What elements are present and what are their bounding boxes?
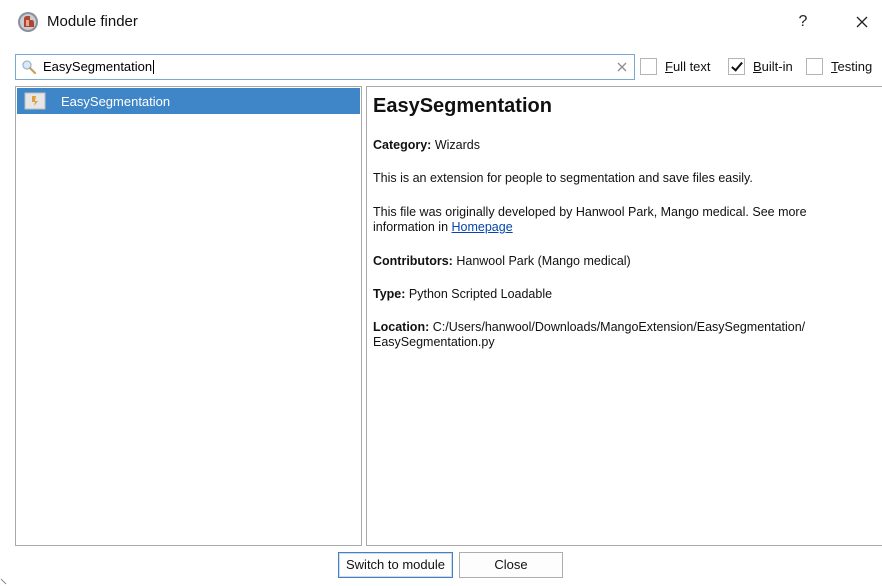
search-input-text: EasySegmentation <box>43 59 155 74</box>
built-in-label: Built-in <box>753 58 793 74</box>
built-in-checkbox[interactable] <box>728 57 745 75</box>
title-bar: Module finder ? <box>0 0 882 44</box>
homepage-link[interactable]: Homepage <box>452 220 513 234</box>
testing-checkbox[interactable] <box>806 57 823 75</box>
category-label: Category: <box>373 138 432 152</box>
acknowledgement-line-2: information in Homepage <box>373 220 513 234</box>
location-value: C:/Users/hanwool/Downloads/MangoExtensio… <box>432 320 806 334</box>
resize-grip-icon[interactable] <box>0 578 8 586</box>
module-title: EasySegmentation <box>373 95 552 117</box>
type-label: Type: <box>373 287 406 301</box>
contributors-line: Contributors: Hanwool Park (Mango medica… <box>373 254 631 268</box>
full-text-label: Full text <box>665 58 711 74</box>
help-button[interactable]: ? <box>790 10 816 34</box>
location-line: Location: C:/Users/hanwool/Downloads/Man… <box>373 320 805 334</box>
contributors-value: Hanwool Park (Mango medical) <box>456 254 631 268</box>
built-in-filter[interactable]: Built-in <box>728 56 793 76</box>
module-icon <box>24 92 46 110</box>
location-label: Location: <box>373 320 430 334</box>
close-icon[interactable] <box>848 8 876 36</box>
full-text-filter[interactable]: Full text <box>640 56 711 76</box>
close-button[interactable]: Close <box>459 552 563 578</box>
list-item-label: EasySegmentation <box>61 94 171 109</box>
module-details-panel: EasySegmentation Category: Wizards This … <box>366 86 882 546</box>
magnifier-icon <box>22 60 37 75</box>
clear-icon[interactable] <box>615 60 629 74</box>
module-list[interactable]: EasySegmentation <box>15 86 362 546</box>
testing-label: Testing <box>831 58 873 74</box>
slicer-app-icon <box>18 12 38 32</box>
list-item[interactable]: EasySegmentation <box>17 88 360 114</box>
switch-to-module-button[interactable]: Switch to module <box>338 552 453 578</box>
category-value: Wizards <box>434 138 480 152</box>
contributors-label: Contributors: <box>373 254 453 268</box>
description: This is an extension for people to segme… <box>373 171 753 185</box>
full-text-checkbox[interactable] <box>640 57 657 75</box>
type-line: Type: Python Scripted Loadable <box>373 287 552 301</box>
testing-filter[interactable]: Testing <box>806 56 872 76</box>
category-line: Category: Wizards <box>373 138 480 152</box>
window-title: Module finder <box>47 13 138 30</box>
type-value: Python Scripted Loadable <box>408 287 553 301</box>
acknowledgement-line-1: This file was originally developed by Ha… <box>373 205 807 219</box>
location-line-2: EasySegmentation.py <box>373 335 495 349</box>
search-input[interactable]: EasySegmentation <box>15 54 635 80</box>
